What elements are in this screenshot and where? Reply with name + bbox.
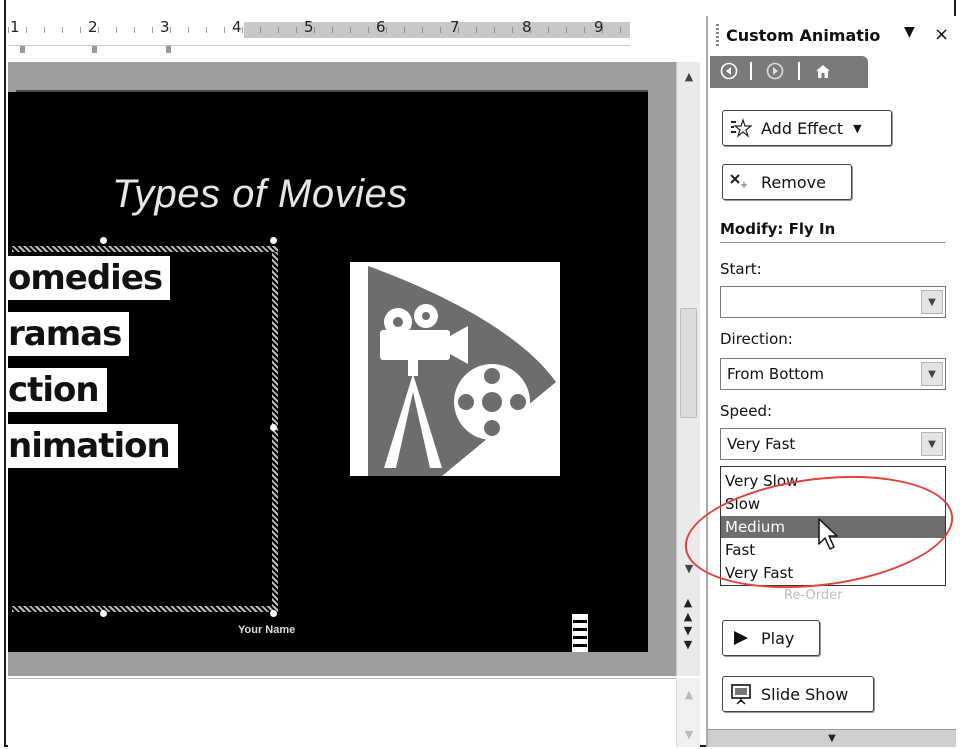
ruler-indent-marker[interactable] bbox=[166, 46, 171, 53]
speed-select[interactable]: Very Fast ▼ bbox=[720, 428, 946, 460]
ruler-number: 8 bbox=[522, 18, 532, 36]
resize-handle[interactable] bbox=[270, 237, 277, 244]
add-effect-button[interactable]: Add Effect ▼ bbox=[722, 110, 892, 146]
pane-scroll-down-icon[interactable]: ▼ bbox=[708, 729, 956, 747]
chevron-down-icon: ▼ bbox=[853, 121, 862, 135]
ruler-number: 3 bbox=[160, 18, 170, 36]
scroll-thumb[interactable] bbox=[680, 308, 697, 418]
bullet-item[interactable]: ramas bbox=[8, 312, 130, 356]
play-button[interactable]: Play bbox=[722, 620, 820, 656]
bullet-item[interactable]: nimation bbox=[8, 424, 178, 468]
reorder-control[interactable]: Re-Order bbox=[740, 588, 930, 606]
star-effect-icon bbox=[729, 117, 753, 139]
close-icon[interactable]: × bbox=[934, 24, 949, 45]
remove-x-icon bbox=[729, 171, 753, 193]
home-icon[interactable] bbox=[810, 60, 836, 82]
resize-handle[interactable] bbox=[270, 424, 277, 431]
chevron-down-icon[interactable]: ▼ bbox=[921, 290, 943, 314]
slide-show-button[interactable]: Slide Show bbox=[722, 676, 874, 712]
remove-label: Remove bbox=[761, 172, 826, 192]
modify-heading: Modify: Fly In bbox=[720, 220, 836, 238]
direction-label: Direction: bbox=[720, 330, 793, 348]
ruler-number: 9 bbox=[594, 18, 604, 36]
ruler-ticks bbox=[8, 27, 630, 33]
speed-value: Very Fast bbox=[727, 435, 796, 453]
pane-title: Custom Animatio bbox=[726, 26, 881, 45]
notes-scrollbar[interactable]: ▲ ▼ bbox=[676, 678, 700, 747]
horizontal-ruler[interactable]: 1 2 3 4 5 6 7 8 9 bbox=[8, 12, 630, 53]
resize-handle[interactable] bbox=[270, 610, 277, 617]
animation-order-marker[interactable] bbox=[572, 614, 588, 652]
play-label: Play bbox=[761, 628, 795, 648]
slide-editing-area: Types of Movies omedies ramas ction nima… bbox=[8, 62, 676, 676]
ruler-indent-marker[interactable] bbox=[92, 46, 97, 53]
slide-title[interactable]: Types of Movies bbox=[112, 172, 408, 217]
bullet-item[interactable]: ction bbox=[8, 368, 107, 412]
ruler-number: 4 bbox=[232, 18, 242, 36]
chevron-down-icon[interactable]: ▼ bbox=[921, 432, 943, 456]
scroll-up-icon[interactable]: ▲ bbox=[679, 684, 699, 704]
slide-show-screen-icon bbox=[729, 683, 753, 705]
direction-value: From Bottom bbox=[727, 365, 824, 383]
start-select[interactable]: ▼ bbox=[720, 286, 946, 318]
play-triangle-icon bbox=[729, 627, 753, 649]
ruler-indent-marker[interactable] bbox=[20, 46, 25, 53]
resize-handle[interactable] bbox=[100, 237, 107, 244]
chevron-down-icon[interactable]: ▼ bbox=[921, 362, 943, 386]
back-arrow-icon[interactable] bbox=[716, 60, 742, 82]
nav-separator bbox=[798, 62, 800, 80]
prev-next-slide-icon[interactable]: ▲ ▲ ▼ ▼ bbox=[680, 596, 696, 651]
slide-show-label: Slide Show bbox=[761, 684, 849, 704]
pane-title-bar: Custom Animatio ▼ × bbox=[708, 16, 958, 56]
ruler-number: 6 bbox=[376, 18, 386, 36]
ruler-number: 2 bbox=[88, 18, 98, 36]
bullet-item[interactable]: omedies bbox=[8, 256, 171, 300]
mouse-pointer-icon bbox=[818, 518, 842, 556]
reorder-label: Re-Order bbox=[784, 588, 843, 603]
footer-name[interactable]: Your Name bbox=[238, 624, 295, 636]
scroll-up-icon[interactable]: ▲ bbox=[679, 66, 699, 86]
direction-select[interactable]: From Bottom ▼ bbox=[720, 358, 946, 390]
forward-arrow-icon[interactable] bbox=[762, 60, 788, 82]
pane-navigation bbox=[710, 56, 868, 88]
nav-separator bbox=[750, 62, 752, 80]
remove-button[interactable]: Remove bbox=[722, 164, 852, 200]
scroll-down-icon[interactable]: ▼ bbox=[679, 724, 699, 744]
pane-menu-dropdown-icon[interactable]: ▼ bbox=[904, 24, 915, 40]
ruler-number: 5 bbox=[304, 18, 314, 36]
pane-grip-icon[interactable] bbox=[716, 24, 719, 48]
slide-canvas[interactable]: Types of Movies omedies ramas ction nima… bbox=[8, 92, 648, 652]
modify-divider bbox=[720, 242, 946, 243]
vertical-scrollbar[interactable]: ▲ ▼ bbox=[676, 62, 700, 676]
resize-handle[interactable] bbox=[100, 610, 107, 617]
ruler-number: 7 bbox=[450, 18, 460, 36]
start-label: Start: bbox=[720, 260, 762, 278]
speed-label: Speed: bbox=[720, 402, 773, 420]
custom-animation-pane: Custom Animatio ▼ × Add Effect ▼ Remove … bbox=[706, 16, 956, 747]
ruler-number: 1 bbox=[10, 18, 20, 36]
movie-clipart-icon[interactable] bbox=[350, 262, 560, 476]
notes-pane[interactable] bbox=[8, 678, 700, 747]
add-effect-label: Add Effect bbox=[761, 118, 844, 138]
